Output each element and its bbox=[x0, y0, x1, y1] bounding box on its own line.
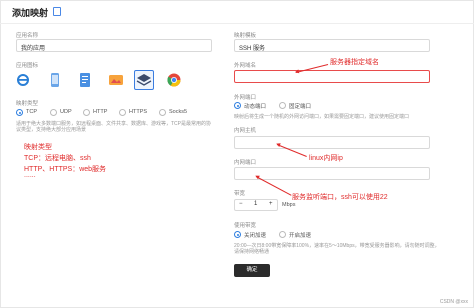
type-tcp-radio[interactable] bbox=[16, 109, 23, 116]
inner-port-label: 内网端口 bbox=[234, 160, 257, 166]
minus-icon[interactable]: − bbox=[239, 201, 243, 207]
template-label: 映射模板 bbox=[234, 33, 257, 39]
dialog-header: 添加映射 bbox=[0, 0, 474, 24]
template-select[interactable]: SSH 服务 bbox=[234, 39, 430, 52]
gallery-icon[interactable] bbox=[108, 72, 123, 88]
note-title: 映射类型 bbox=[24, 144, 52, 151]
fixed-port-radio[interactable] bbox=[279, 102, 286, 109]
type-http-label: HTTP bbox=[93, 109, 108, 115]
domain-input[interactable] bbox=[234, 70, 430, 83]
note-tcp: TCP：远程电脑、ssh bbox=[24, 155, 91, 162]
note-http: HTTP、HTTPS：web服务 bbox=[24, 166, 107, 173]
phone-icon[interactable] bbox=[48, 72, 62, 88]
mapping-type-label: 映射类型 bbox=[16, 101, 39, 107]
accel-off-label: 关闭加速 bbox=[244, 233, 267, 239]
type-socks5-radio[interactable] bbox=[159, 109, 166, 116]
type-https-label: HTTPS bbox=[129, 109, 148, 115]
app-name-label: 应用名称 bbox=[16, 33, 39, 39]
domain-annotation: 服务器指定域名 bbox=[330, 59, 379, 66]
ie-icon[interactable] bbox=[16, 73, 30, 89]
bandwidth-label: 带宽 bbox=[234, 191, 246, 197]
app-icon-picker bbox=[16, 70, 191, 90]
type-http-radio[interactable] bbox=[83, 109, 90, 116]
outer-port-label: 外网端口 bbox=[234, 95, 257, 101]
plus-icon[interactable]: + bbox=[269, 201, 273, 207]
type-socks5-label: Socks5 bbox=[169, 109, 188, 115]
port-hint: 映射后将生成一个随机的外网访问端口，如果需要固定端口，建议使用固定端口 bbox=[234, 114, 410, 120]
layers-icon[interactable] bbox=[134, 70, 154, 90]
accel-hint: 20:00—次日8:00带宽保障率100%，速率在5～10Mbps，带宽受服务器… bbox=[234, 243, 440, 255]
inner-port-input[interactable] bbox=[234, 167, 430, 180]
bandwidth-value: 1 bbox=[254, 201, 258, 207]
type-udp-label: UDP bbox=[60, 109, 72, 115]
accel-on-radio[interactable] bbox=[279, 231, 286, 238]
chrome-icon[interactable] bbox=[166, 72, 181, 88]
type-udp-radio[interactable] bbox=[50, 109, 57, 116]
type-tcp-label: TCP bbox=[26, 109, 37, 115]
accel-on-label: 开启加速 bbox=[289, 233, 312, 239]
app-icon-label: 应用图标 bbox=[16, 63, 39, 69]
ip-annotation: linux内网ip bbox=[309, 155, 343, 162]
type-hint: 适用于绝大多数端口服务，如远程桌面、文件共享、数据库、游戏等，TCP是最常用的协… bbox=[16, 121, 212, 133]
dynamic-port-radio[interactable] bbox=[234, 102, 241, 109]
confirm-button[interactable]: 确定 bbox=[234, 264, 270, 277]
accel-label: 使用带宽 bbox=[234, 223, 257, 229]
edit-icon[interactable] bbox=[53, 7, 61, 16]
app-name-input[interactable]: 我的应用 bbox=[16, 39, 212, 52]
bandwidth-stepper[interactable]: − 1 + bbox=[234, 199, 278, 211]
ip-input[interactable] bbox=[234, 136, 430, 149]
dynamic-port-label: 动态端口 bbox=[244, 104, 267, 110]
watermark: CSDN @xxx bbox=[439, 299, 468, 305]
fixed-port-label: 固定端口 bbox=[289, 104, 312, 110]
ip-label: 内网主机 bbox=[234, 128, 257, 134]
dialog-title: 添加映射 bbox=[12, 8, 49, 18]
port-annotation: 服务监听端口，ssh可以使用22 bbox=[292, 194, 388, 201]
accel-off-radio[interactable] bbox=[234, 231, 241, 238]
note-dots: ...... bbox=[24, 172, 36, 179]
bandwidth-unit: Mbps bbox=[282, 202, 296, 208]
type-https-radio[interactable] bbox=[119, 109, 126, 116]
domain-label: 外网域名 bbox=[234, 63, 257, 69]
doc-icon[interactable] bbox=[78, 72, 92, 88]
